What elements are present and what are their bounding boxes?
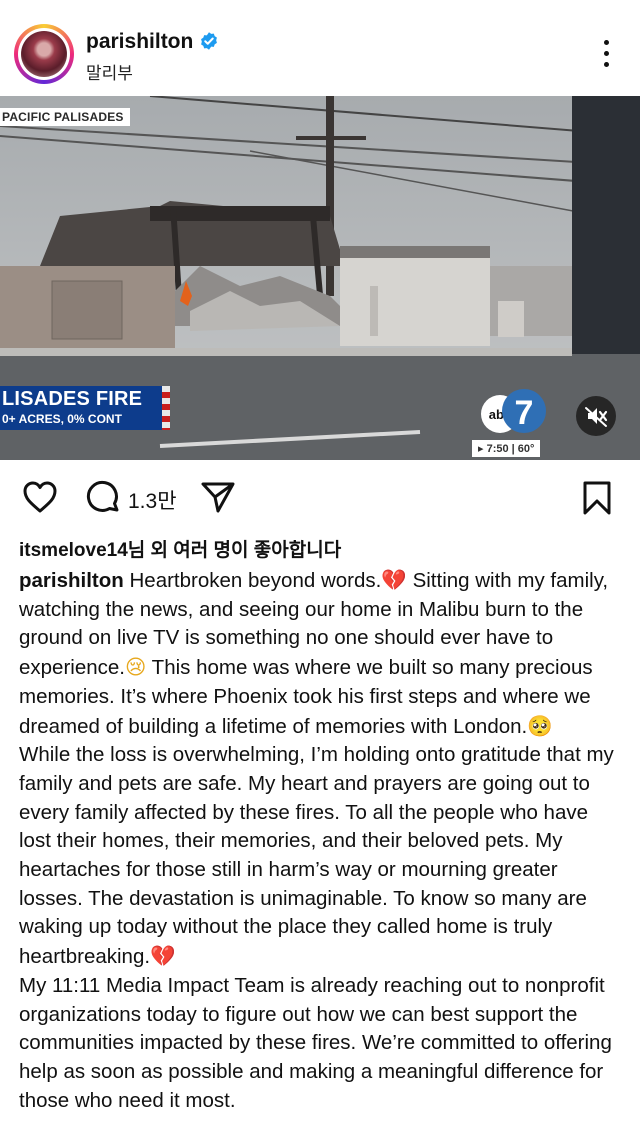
pleading-face-emoji: 🥺 [527, 713, 553, 738]
broken-heart-emoji: 💔 [150, 944, 176, 969]
broken-heart-emoji: 💔 [381, 568, 407, 592]
speaker-muted-icon[interactable] [576, 396, 616, 436]
post-caption: parishilton Heartbroken beyond words.💔 S… [19, 566, 621, 1115]
more-options-icon[interactable] [592, 40, 620, 70]
username[interactable]: parishilton [86, 30, 193, 54]
post-location[interactable]: 말리부 [86, 59, 133, 84]
heart-icon[interactable] [22, 480, 58, 514]
profile-photo [21, 31, 67, 77]
abc7-logo-icon: abc 7 [481, 389, 546, 433]
comment-count[interactable]: 1.3만 [128, 485, 177, 515]
post-video[interactable]: PACIFIC PALISADES LISADES FIRE 0+ ACRES,… [0, 96, 640, 460]
verified-badge-icon [201, 32, 217, 50]
caption-paragraph: While the loss is overwhelming, I’m hold… [19, 743, 614, 969]
likes-summary[interactable]: itsmelove14님 외 여러 명이 좋아합니다 [19, 535, 341, 562]
paper-plane-icon[interactable] [200, 480, 236, 514]
crying-face-emoji: 😢 [124, 655, 147, 680]
caption-username[interactable]: parishilton [19, 569, 124, 592]
caption-paragraph: parishilton Heartbroken beyond words.💔 S… [19, 568, 609, 738]
comment-icon[interactable] [86, 480, 122, 516]
bookmark-icon[interactable] [582, 480, 612, 516]
avatar[interactable] [14, 24, 74, 84]
caption-paragraph: My 11:11 Media Impact Team is already re… [19, 973, 612, 1112]
post-actions: 1.3만 [0, 470, 640, 526]
svg-text:7: 7 [515, 394, 534, 432]
news-location-label: PACIFIC PALISADES [0, 108, 130, 126]
news-banner: LISADES FIRE 0+ ACRES, 0% CONT [0, 386, 170, 430]
broadcast-timestamp: ▸ 7:50 | 60° [472, 440, 541, 457]
post-header: parishilton 말리부 [0, 0, 640, 96]
